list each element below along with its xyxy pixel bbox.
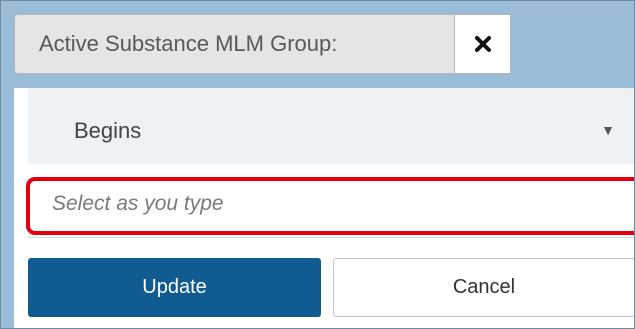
filter-dropdown-panel: Begins ▼ Update Cancel [14,88,635,329]
operator-select[interactable]: Begins ▼ [28,88,635,164]
cancel-button[interactable]: Cancel [333,258,635,317]
update-button[interactable]: Update [28,258,321,317]
filter-chip[interactable]: Active Substance MLM Group: [14,14,455,74]
search-input[interactable] [28,176,635,232]
close-icon [474,36,491,52]
remove-filter-button[interactable] [455,14,511,74]
search-field-wrapper [28,176,635,238]
chevron-down-icon: ▼ [601,122,615,138]
operator-selected-value: Begins [74,118,142,143]
filter-chip-label: Active Substance MLM Group: [39,31,338,56]
